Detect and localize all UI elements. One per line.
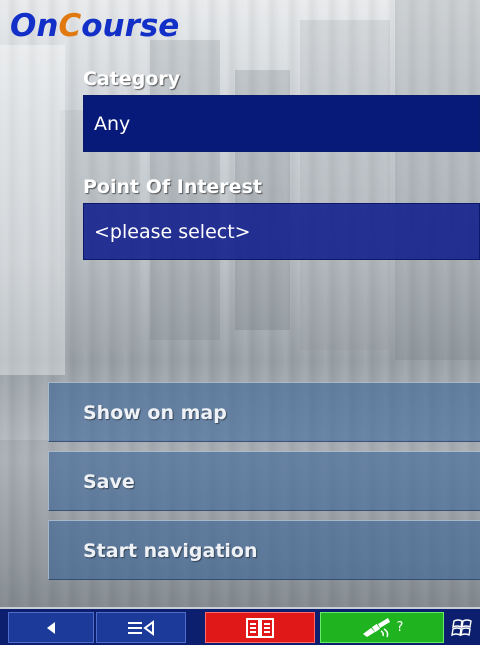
back-button[interactable] xyxy=(8,612,94,643)
back-arrow-icon xyxy=(47,621,55,634)
logo-on: On xyxy=(10,8,59,44)
gps-status-button[interactable]: ? xyxy=(320,612,444,643)
poi-label: Point Of Interest xyxy=(83,176,262,198)
book-icon xyxy=(246,617,274,638)
start-navigation-button[interactable]: Start navigation xyxy=(48,520,480,580)
windows-start-button[interactable] xyxy=(446,612,480,643)
logo-c: C xyxy=(58,8,82,44)
gps-status-text: ? xyxy=(396,620,404,635)
menu-lines-icon xyxy=(128,619,154,636)
menu-button[interactable] xyxy=(96,612,186,643)
book-button[interactable] xyxy=(205,612,315,643)
windows-flag-icon xyxy=(451,618,472,636)
category-select[interactable]: Any xyxy=(83,95,480,152)
building-shape xyxy=(395,0,480,360)
poi-select[interactable]: <please select> xyxy=(83,203,480,260)
category-label: Category xyxy=(83,68,181,90)
panel-highlight xyxy=(0,45,65,375)
logo-ourse: ourse xyxy=(81,8,180,44)
taskbar: ? xyxy=(0,607,480,645)
building-shape xyxy=(300,20,390,350)
satellite-icon xyxy=(362,617,390,637)
save-button[interactable]: Save xyxy=(48,451,480,511)
app-logo: OnCourse xyxy=(10,6,179,46)
show-on-map-button[interactable]: Show on map xyxy=(48,382,480,442)
